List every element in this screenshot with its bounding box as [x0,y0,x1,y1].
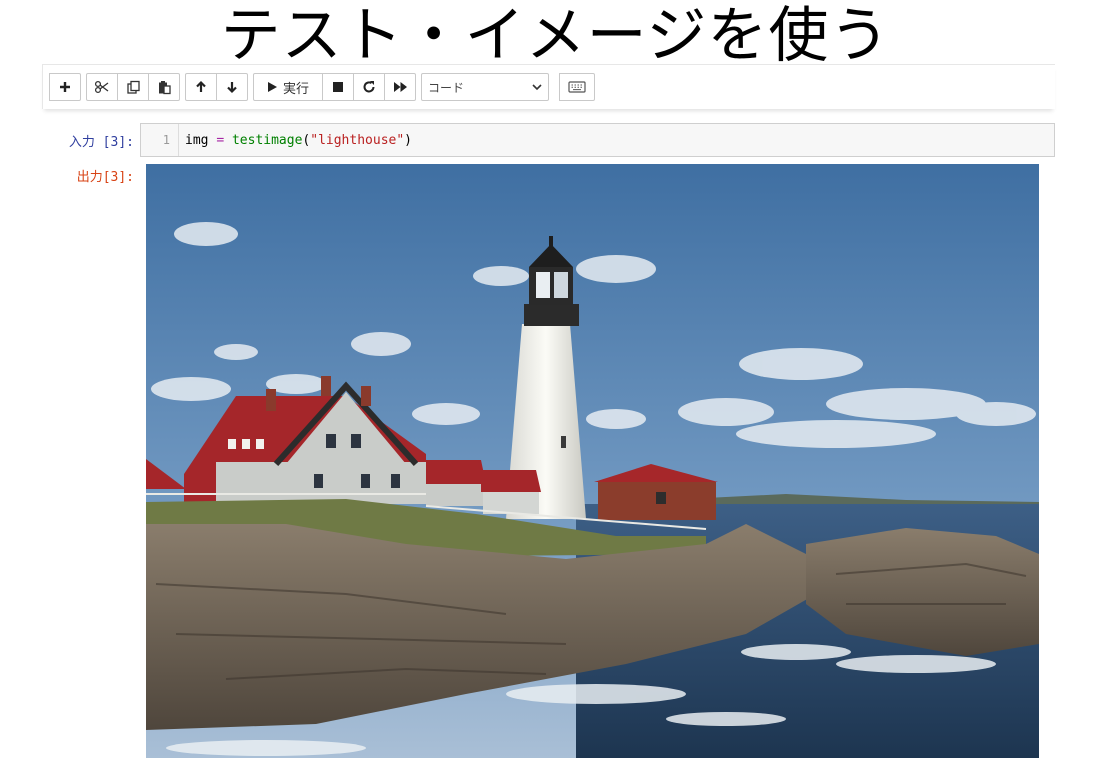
restart-button[interactable] [353,73,385,101]
restart-run-all-button[interactable] [384,73,416,101]
play-icon [267,82,277,92]
keyboard-icon [568,81,586,93]
code-cell-input[interactable]: 1 img = testimage("lighthouse") [140,123,1055,157]
run-group: 実行 [253,73,416,101]
code-variable: img [185,132,209,148]
chevron-down-icon [532,83,542,90]
command-palette-button[interactable] [559,73,595,101]
arrow-up-icon [196,80,206,92]
notebook-toolbar-area: 実行 コード [42,64,1055,109]
run-button[interactable]: 実行 [253,73,323,101]
output-prompt: 出力[3]: [76,170,134,185]
code-operator: = [216,132,225,148]
copy-icon [126,80,140,94]
move-up-button[interactable] [185,73,217,101]
stop-icon [333,82,343,92]
cut-button[interactable] [86,73,118,101]
arrow-down-icon [227,82,237,94]
insert-group [49,73,81,101]
code-close-paren: ) [404,132,412,148]
slide-title: テスト・イメージを使う [220,1,891,71]
fast-forward-icon [393,82,407,92]
lighthouse-picture [146,164,1039,758]
line-number: 1 [141,124,179,156]
edit-group [86,73,180,101]
paste-button[interactable] [148,73,180,101]
cell-type-value: コード [428,80,465,95]
code-line[interactable]: img = testimage("lighthouse") [179,133,412,148]
scissors-icon [94,80,109,94]
run-label: 実行 [282,81,309,97]
interrupt-button[interactable] [322,73,354,101]
output-image-lighthouse [146,164,1039,758]
plus-icon [60,82,70,92]
notebook-toolbar: 実行 コード [49,72,600,102]
copy-button[interactable] [117,73,149,101]
restart-icon [363,81,375,93]
code-function: testimage [231,132,303,148]
move-down-button[interactable] [216,73,248,101]
paste-icon [158,80,171,94]
move-group [185,73,248,101]
cell-type-select[interactable]: コード [421,73,549,101]
input-prompt: 入力 [3]: [68,135,134,150]
insert-cell-button[interactable] [49,73,81,101]
code-string: "lighthouse" [310,132,405,148]
palette-group [559,73,595,101]
